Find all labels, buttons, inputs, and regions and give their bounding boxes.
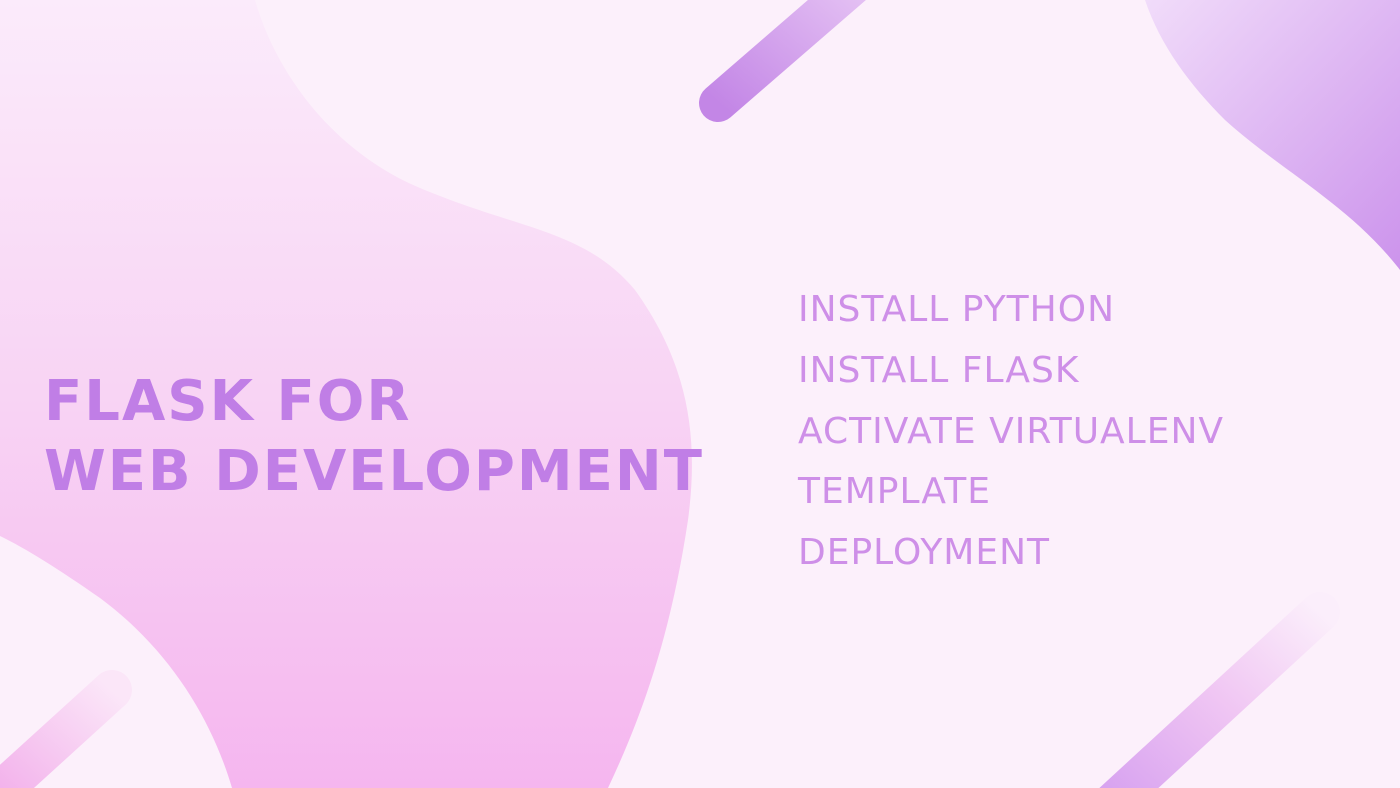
bottom-right-diagonal-bar	[1099, 592, 1340, 788]
corner-blob-shape	[1145, 0, 1400, 270]
title-line-1: FLASK FOR	[44, 369, 412, 434]
topic-item-install-flask: INSTALL FLASK	[798, 349, 1080, 391]
top-diagonal-bar	[699, 0, 866, 122]
title-line-2: WEB DEVELOPMENT	[44, 439, 704, 504]
slide: FLASK FOR WEB DEVELOPMENT INSTALL PYTHON…	[0, 0, 1400, 788]
topic-item-install-python: INSTALL PYTHON	[798, 289, 1116, 330]
bottom-left-diagonal-bar	[0, 670, 132, 788]
topic-item-template: TEMPLATE	[798, 471, 991, 513]
topic-item-deployment: DEPLOYMENT	[798, 532, 1051, 574]
topic-list: INSTALL PYTHON INSTALL FLASK ACTIVATE VI…	[798, 280, 1224, 584]
topic-item-activate-virtualenv: ACTIVATE VIRTUALENV	[798, 410, 1225, 452]
slide-title: FLASK FOR WEB DEVELOPMENT	[44, 367, 704, 507]
